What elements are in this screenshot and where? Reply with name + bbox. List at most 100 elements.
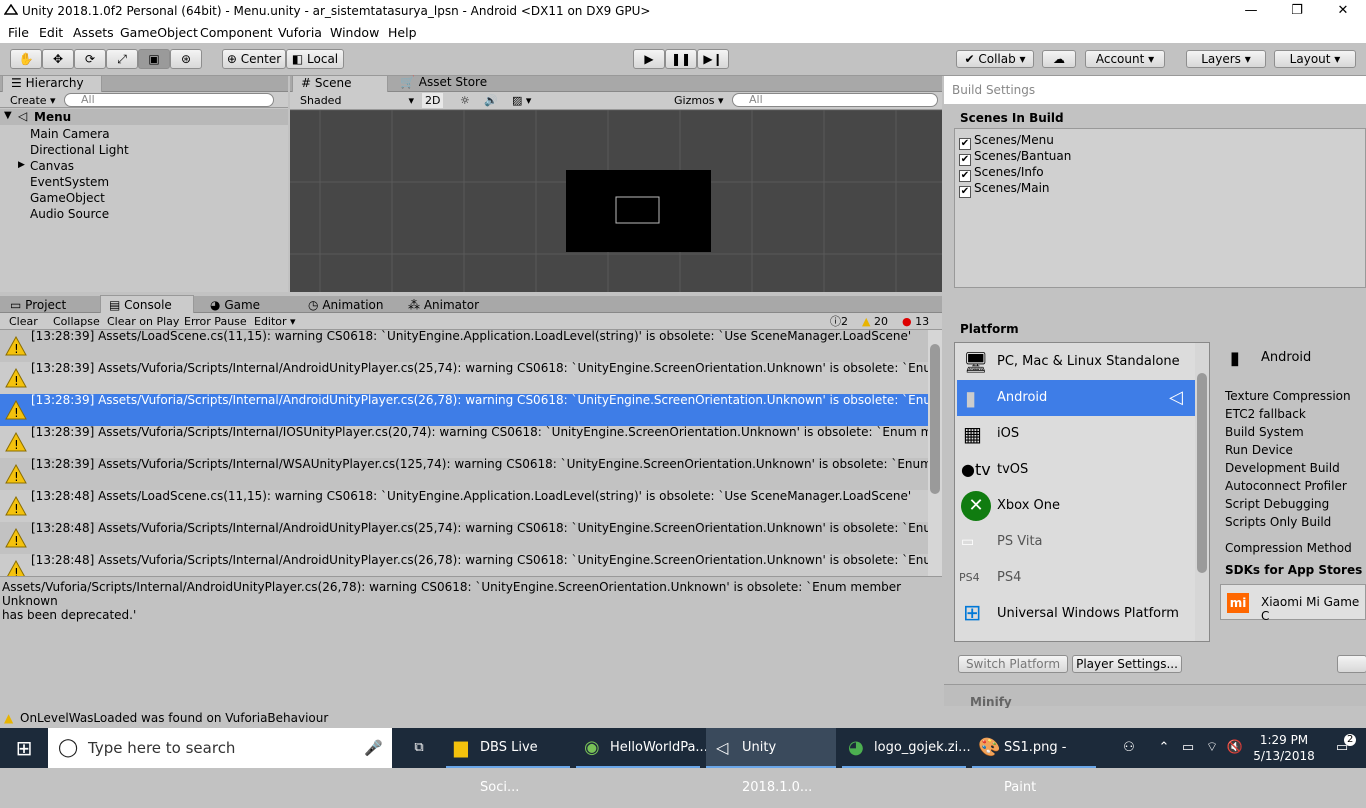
hierarchy-item[interactable]: Canvas: [30, 159, 74, 173]
taskbar-app[interactable]: ▆ DBS Live Soci...: [446, 728, 570, 795]
taskbar-app[interactable]: 🎨 SS1.png - Paint: [972, 728, 1096, 795]
chevron-up-icon[interactable]: ⌃: [1154, 728, 1174, 768]
taskbar-app-active[interactable]: ◁ Unity 2018.1.0...: [706, 728, 836, 795]
notification-center[interactable]: ▭ 2: [1322, 728, 1362, 768]
platform-item[interactable]: 🖥 PC, Mac & Linux Standalone: [957, 344, 1195, 380]
step-button[interactable]: ▶❙: [697, 49, 729, 69]
platform-item[interactable]: ✕ Xbox One: [957, 488, 1195, 524]
people-icon[interactable]: ⚇: [1118, 728, 1140, 768]
platform-item[interactable]: ⊞ Universal Windows Platform: [957, 596, 1195, 632]
log-row[interactable]: ! [13:28:39] Assets/Vuforia/Scripts/Inter…: [0, 426, 928, 458]
platform-item[interactable]: ▦ iOS: [957, 416, 1195, 452]
hand-tool-icon[interactable]: ✋: [10, 49, 42, 69]
shading-dropdown[interactable]: Shaded ▾: [300, 93, 414, 108]
console-scrollbar[interactable]: [928, 330, 942, 576]
menu-vuforia[interactable]: Vuforia: [278, 25, 322, 40]
play-button[interactable]: ▶: [633, 49, 665, 69]
taskbar-search[interactable]: ◯ Type here to search 🎤: [48, 728, 392, 768]
taskbar-app[interactable]: ◉ HelloWorldPa...: [576, 728, 708, 768]
log-row[interactable]: ! [13:28:39] Assets/Vuforia/Scripts/Inter…: [0, 458, 928, 490]
audio-icon[interactable]: 🔊: [484, 93, 498, 108]
error-pause-button[interactable]: Error Pause: [184, 314, 247, 329]
player-settings-button[interactable]: Player Settings...: [1072, 655, 1182, 673]
wifi-icon[interactable]: ⌔: [1202, 728, 1222, 768]
scrollbar-thumb[interactable]: [930, 344, 940, 494]
status-bar[interactable]: ▲ OnLevelWasLoaded was found on VuforiaB…: [0, 708, 1366, 728]
rotate-tool-icon[interactable]: ⟳: [74, 49, 106, 69]
menu-edit[interactable]: Edit: [39, 25, 63, 40]
pivot-local-button[interactable]: ◧ Local: [286, 49, 344, 69]
xiaomi-sdk-item[interactable]: mi Xiaomi Mi Game C: [1220, 584, 1366, 623]
collab-button[interactable]: ✔ Collab ▾: [956, 50, 1034, 68]
warn-count-toggle[interactable]: ▲ 20: [862, 314, 888, 329]
lighting-icon[interactable]: ☼: [460, 93, 470, 108]
info-count-toggle[interactable]: ⓘ2: [830, 314, 848, 329]
taskbar-app[interactable]: ◕ logo_gojek.zi...: [842, 728, 971, 768]
hierarchy-item[interactable]: GameObject: [30, 191, 105, 205]
pause-button[interactable]: ❚❚: [665, 49, 697, 69]
menu-gameobject[interactable]: GameObject: [120, 25, 198, 40]
menu-assets[interactable]: Assets: [73, 25, 114, 40]
account-dropdown[interactable]: Account ▾: [1085, 50, 1165, 68]
scene-entry[interactable]: ✔ Scenes/Menu: [959, 133, 1054, 150]
menu-file[interactable]: File: [8, 25, 29, 40]
menu-component[interactable]: Component: [200, 25, 273, 40]
hierarchy-item[interactable]: Audio Source: [30, 207, 109, 221]
scene-entry[interactable]: ✔ Scenes/Bantuan: [959, 149, 1071, 166]
tab-console[interactable]: ▤ Console: [100, 295, 194, 313]
windows-start-icon[interactable]: ⊞: [0, 728, 48, 768]
checkbox-checked-icon[interactable]: ✔: [959, 186, 971, 198]
log-row[interactable]: ! [13:28:48] Assets/Vuforia/Scripts/Inter…: [0, 554, 928, 576]
switch-platform-button[interactable]: Switch Platform: [958, 655, 1068, 673]
menu-window[interactable]: Window: [330, 25, 379, 40]
platform-item[interactable]: PS4 PS4: [957, 560, 1195, 596]
menu-help[interactable]: Help: [388, 25, 417, 40]
scene-entry[interactable]: ✔ Scenes/Main: [959, 181, 1050, 198]
cloud-button[interactable]: ☁: [1042, 50, 1076, 68]
layout-dropdown[interactable]: Layout ▾: [1274, 50, 1356, 68]
scale-tool-icon[interactable]: ⤢: [106, 49, 138, 69]
task-view-icon[interactable]: ⧉: [400, 728, 438, 768]
scrollbar-thumb[interactable]: [1197, 373, 1207, 573]
maximize-button[interactable]: ❐: [1274, 0, 1320, 23]
effects-icon[interactable]: ▨ ▾: [512, 93, 531, 108]
log-row[interactable]: ! [13:28:39] Assets/LoadScene.cs(11,15): …: [0, 330, 928, 362]
platform-item-selected[interactable]: ▮ Android ◁: [957, 380, 1195, 416]
clear-button[interactable]: Clear: [9, 314, 38, 329]
microphone-icon[interactable]: 🎤: [364, 728, 383, 768]
hierarchy-search-input[interactable]: All: [64, 93, 274, 107]
scene-root-row[interactable]: ▼ ◁ Menu: [0, 109, 288, 125]
clear-on-play-button[interactable]: Clear on Play: [107, 314, 179, 329]
log-row[interactable]: ! [13:28:39] Assets/Vuforia/Scripts/Inter…: [0, 362, 928, 394]
volume-muted-icon[interactable]: 🔇: [1224, 728, 1246, 768]
transform-tool-icon[interactable]: ⊛: [170, 49, 202, 69]
close-button[interactable]: ✕: [1320, 0, 1366, 23]
hierarchy-item[interactable]: Directional Light: [30, 143, 129, 157]
battery-icon[interactable]: ▭: [1178, 728, 1198, 768]
platform-scrollbar[interactable]: [1195, 343, 1209, 641]
collapse-button[interactable]: Collapse: [53, 314, 100, 329]
rect-tool-icon[interactable]: ▣: [138, 49, 170, 69]
create-dropdown[interactable]: Create ▾: [10, 93, 56, 108]
hierarchy-item[interactable]: EventSystem: [30, 175, 109, 189]
hierarchy-item[interactable]: Main Camera: [30, 127, 110, 141]
scene-search-input[interactable]: All: [732, 93, 938, 107]
scene-entry[interactable]: ✔ Scenes/Info: [959, 165, 1044, 182]
tab-scene[interactable]: # Scene: [292, 75, 388, 92]
move-tool-icon[interactable]: ✥: [42, 49, 74, 69]
clock[interactable]: 1:29 PM 5/13/2018: [1250, 728, 1318, 768]
tab-asset-store[interactable]: 🛒 Asset Store: [392, 75, 502, 92]
log-row-selected[interactable]: ! [13:28:39] Assets/Vuforia/Scripts/Inter…: [0, 394, 928, 426]
tab-hierarchy[interactable]: ☰ Hierarchy: [2, 75, 102, 92]
scene-viewport[interactable]: [290, 110, 942, 292]
log-row[interactable]: ! [13:28:48] Assets/LoadScene.cs(11,15): …: [0, 490, 928, 522]
triangle-right-icon[interactable]: ▶: [18, 160, 25, 170]
pivot-center-button[interactable]: ⊕ Center: [222, 49, 286, 69]
minimize-button[interactable]: —: [1228, 0, 1274, 23]
canvas-rect[interactable]: [566, 170, 711, 252]
log-row[interactable]: ! [13:28:48] Assets/Vuforia/Scripts/Inter…: [0, 522, 928, 554]
layers-dropdown[interactable]: Layers ▾: [1186, 50, 1266, 68]
gizmos-dropdown[interactable]: Gizmos ▾: [674, 93, 724, 108]
editor-dropdown[interactable]: Editor ▾: [254, 314, 296, 329]
2d-toggle[interactable]: 2D: [422, 93, 444, 108]
